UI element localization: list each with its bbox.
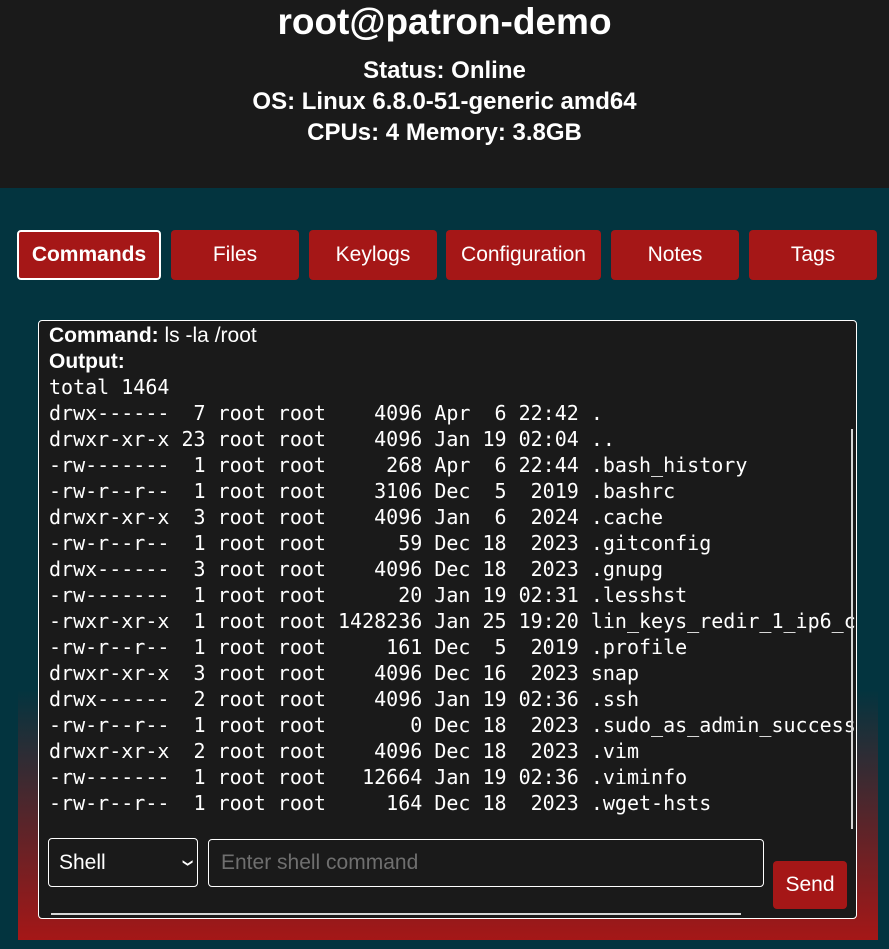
host-header: root@patron-demo Status: Online OS: Linu… [0,0,889,188]
resource-info: CPUs: 4 Memory: 3.8GB [307,119,582,146]
tab-configuration[interactable]: Configuration [446,230,601,280]
horizontal-scrollbar[interactable] [51,913,741,915]
mode-select[interactable]: Shell ❯ [48,838,198,887]
tab-notes[interactable]: Notes [611,230,739,280]
command-panel: Command: ls -la /root Output: total 1464… [38,320,857,919]
tab-keylogs[interactable]: Keylogs [309,230,437,280]
send-button[interactable]: Send [773,861,847,909]
terminal-output: total 1464 drwx------ 7 root root 4096 A… [49,375,856,815]
tab-tags[interactable]: Tags [749,230,877,280]
status-text: Status: Online [363,57,526,84]
host-title: root@patron-demo [277,1,612,42]
chevron-down-icon: ❯ [181,858,193,868]
tab-bar: Commands Files Keylogs Configuration Not… [0,230,889,280]
tab-files[interactable]: Files [171,230,299,280]
mode-select-value: Shell [59,851,106,874]
command-value: ls -la /root [164,324,257,347]
tab-commands[interactable]: Commands [17,230,161,280]
command-label: Command: [49,324,159,347]
vertical-scrollbar[interactable] [851,429,853,829]
shell-command-input[interactable]: Enter shell command [208,839,764,887]
output-label: Output: [49,350,125,373]
os-info: OS: Linux 6.8.0-51-generic amd64 [252,88,637,115]
command-line: Command: ls -la /root [49,323,257,349]
input-placeholder: Enter shell command [221,851,419,874]
